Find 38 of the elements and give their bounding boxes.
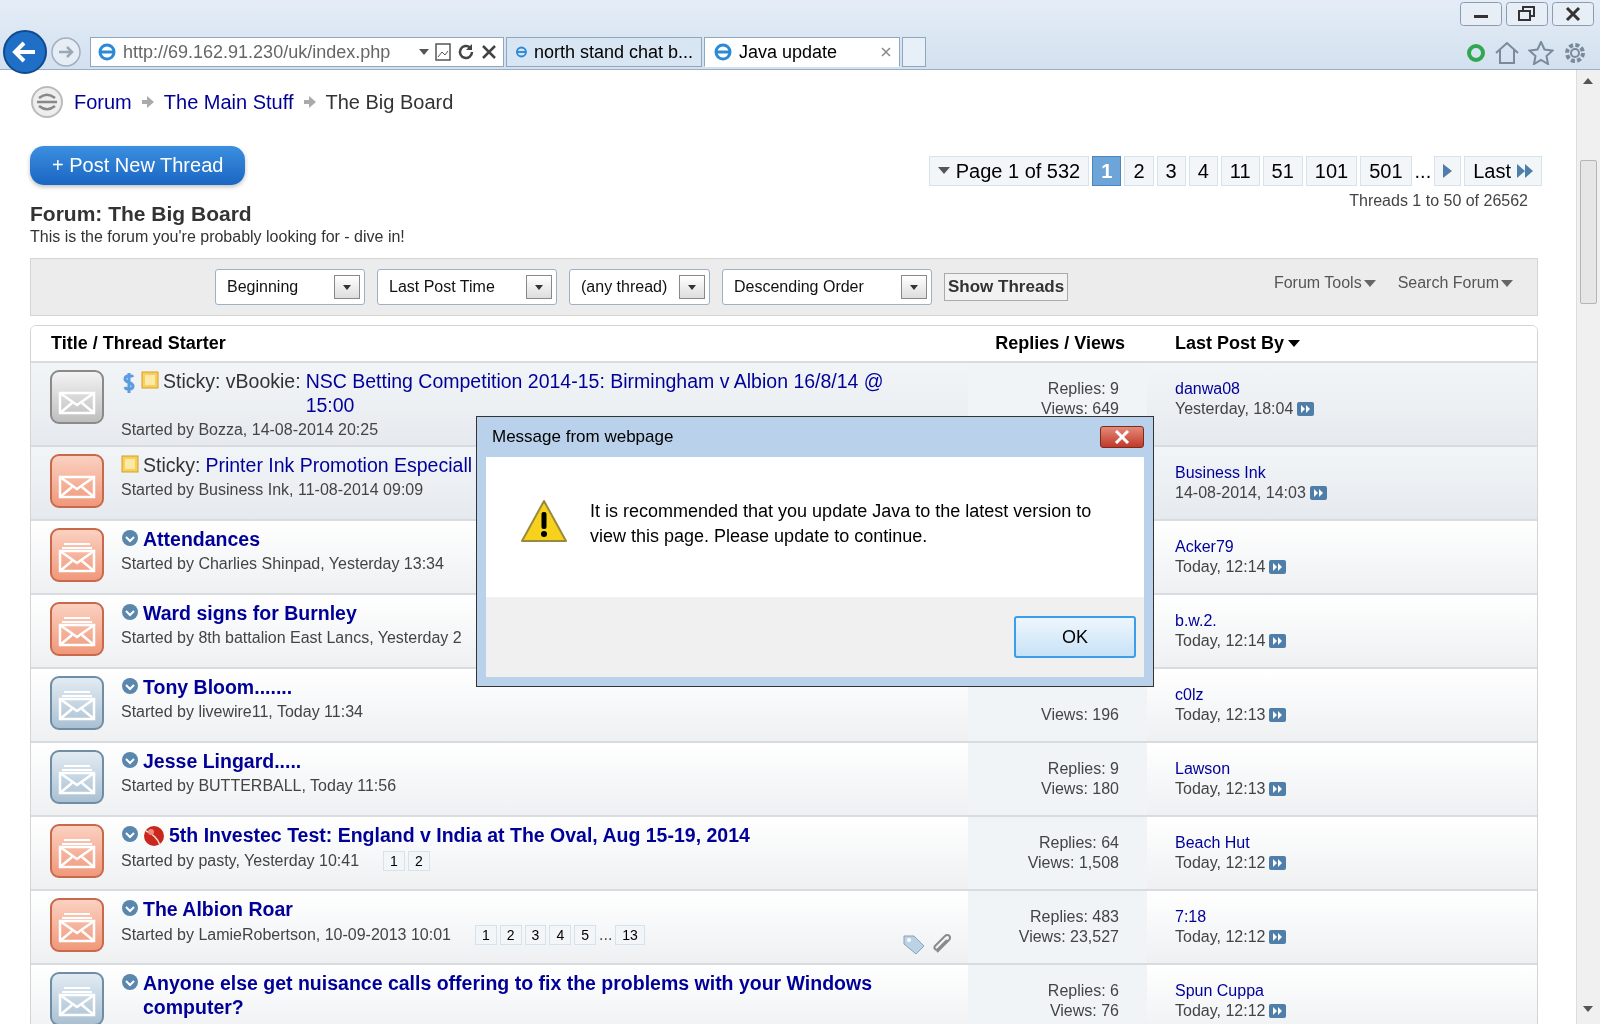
thread-starter: Started by livewire11, Today 11:34 bbox=[121, 703, 363, 721]
thread-starter: Started by Bozza, 14-08-2014 20:25 bbox=[121, 421, 379, 439]
thread-starter: Started by Business Ink, 11-08-2014 09:09 bbox=[121, 481, 424, 499]
views-count: Views: 1,508 bbox=[1026, 853, 1119, 873]
last-post-time: Yesterday, 18:04 bbox=[1175, 399, 1294, 419]
threads-count: Threads 1 to 50 of 26562 bbox=[1349, 192, 1528, 210]
last-post-time: Today, 12:13 bbox=[1175, 705, 1266, 725]
views-count: Views: 76 bbox=[1048, 1001, 1119, 1021]
thread-prefix: Sticky: bbox=[143, 453, 201, 477]
views-count: Views: 196 bbox=[1040, 705, 1119, 725]
replies-count: Replies: 9 bbox=[1046, 379, 1119, 399]
dialog-title: Message from webpage bbox=[491, 427, 674, 447]
replies-count: Replies: 9 bbox=[1046, 759, 1119, 779]
breadcrumb-current: The Big Board bbox=[325, 90, 454, 114]
views-count: Views: 649 bbox=[1040, 399, 1119, 419]
forum-description: This is the forum you're probably looking for - dive in! bbox=[30, 228, 406, 246]
replies-count: Replies: 483 bbox=[1029, 907, 1119, 927]
thread-starter: Started by 8th battalion East Lancs, Yesterday 2 bbox=[121, 629, 462, 647]
views-count: Views: 23,527 bbox=[1017, 927, 1119, 947]
thread-prefix: Sticky: vBookie: bbox=[163, 369, 301, 393]
thread-starter: Started by pasty, Yesterday 10:41 bbox=[121, 852, 360, 870]
pages-ellipsis: ... bbox=[599, 926, 613, 944]
last-post-time: Today, 12:12 bbox=[1175, 927, 1266, 947]
thread-starter: Started by Charlies Shinpad, Yesterday 13:34 bbox=[121, 555, 444, 573]
replies-count: Replies: 64 bbox=[1037, 833, 1119, 853]
dialog-message: It is recommended that you update Java to the latest version to view this page. Please update to continue. bbox=[590, 500, 1093, 548]
last-post-time: Today, 12:13 bbox=[1175, 779, 1266, 799]
last-post-time: Today, 12:14 bbox=[1175, 631, 1266, 651]
pagination-ellipsis: ... bbox=[1414, 159, 1432, 183]
thread-starter: Started by BUTTERBALL, Today 11:56 bbox=[121, 777, 397, 795]
replies-count: Replies: 6 bbox=[1046, 981, 1119, 1001]
views-count: Views: 180 bbox=[1040, 779, 1119, 799]
thread-starter: Started by LamieRobertson, 10-09-2013 10:01 bbox=[121, 926, 451, 944]
last-post-time: Today, 12:14 bbox=[1175, 557, 1266, 577]
last-post-time: 14-08-2014, 14:03 bbox=[1175, 483, 1306, 503]
last-post-time: Today, 12:12 bbox=[1175, 853, 1266, 873]
forum-title: Forum: The Big Board bbox=[30, 202, 253, 226]
last-post-time: Today, 12:12 bbox=[1175, 1001, 1266, 1021]
